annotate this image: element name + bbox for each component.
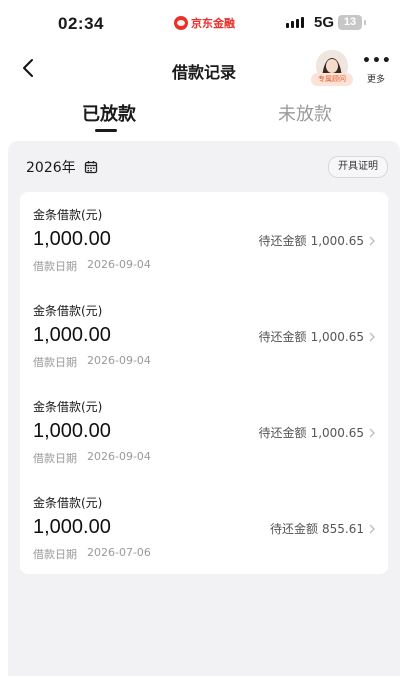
advisor-tag: 专属顾问 xyxy=(311,73,353,86)
loan-date: 2026-09-04 xyxy=(87,450,151,463)
loan-status-tabs: 已放款 未放款 xyxy=(0,92,408,136)
records-panel: 2026年 开具证明 金条借款(元) 1,000.00 借款日期 2026-09… xyxy=(8,141,400,676)
loan-product-name: 金条借款(元) xyxy=(33,400,103,414)
issue-certificate-button[interactable]: 开具证明 xyxy=(328,156,388,178)
more-label: 更多 xyxy=(366,75,385,85)
brand-name: 京东金融 xyxy=(191,17,235,30)
due-label: 待还金额 xyxy=(258,330,307,344)
cellular-signal-icon xyxy=(286,17,304,28)
loan-date-label: 借款日期 xyxy=(33,260,77,273)
due-value: 855.61 xyxy=(322,521,364,536)
loan-product-name: 金条借款(元) xyxy=(33,496,103,510)
calendar-icon xyxy=(84,161,97,174)
chevron-right-icon xyxy=(369,236,375,245)
tab-disbursed[interactable]: 已放款 xyxy=(82,100,136,126)
loan-product-name: 金条借款(元) xyxy=(33,208,103,222)
loan-date-label: 借款日期 xyxy=(33,356,77,369)
status-bar: 02:34 京东金融 5G 13 xyxy=(0,0,408,48)
loan-record-item[interactable]: 金条借款(元) 1,000.00 借款日期 2026-09-04 待还金额 1,… xyxy=(20,288,388,378)
brand-logo: 京东金融 xyxy=(174,15,235,31)
loan-amount: 1,000.00 xyxy=(33,324,111,346)
chevron-right-icon xyxy=(369,428,375,437)
loan-amount: 1,000.00 xyxy=(33,420,111,442)
battery-tip xyxy=(364,20,366,25)
loan-date-label: 借款日期 xyxy=(33,548,77,561)
brand-mascot-icon xyxy=(174,16,188,30)
loan-due-amount: 待还金额 1,000.65 xyxy=(259,424,376,441)
loan-due-amount: 待还金额 1,000.65 xyxy=(259,328,376,345)
due-label: 待还金额 xyxy=(269,522,318,536)
advisor-button[interactable]: 专属顾问 xyxy=(311,50,353,88)
chevron-right-icon xyxy=(369,332,375,341)
loan-date: 2026-09-04 xyxy=(87,258,151,271)
loan-record-item[interactable]: 金条借款(元) 1,000.00 借款日期 2026-09-04 待还金额 1,… xyxy=(20,384,388,474)
tab-not-disbursed[interactable]: 未放款 xyxy=(278,100,332,126)
nav-bar: 借款记录 专属顾问 ••• 更多 xyxy=(0,48,408,92)
loan-amount: 1,000.00 xyxy=(33,516,111,538)
status-time: 02:34 xyxy=(58,14,104,33)
loan-due-amount: 待还金额 855.61 xyxy=(270,520,376,537)
tab-active-indicator xyxy=(95,129,117,132)
more-dots-icon: ••• xyxy=(362,53,392,69)
loan-product-name: 金条借款(元) xyxy=(33,304,103,318)
loan-date: 2026-09-04 xyxy=(87,354,151,367)
loan-date: 2026-07-06 xyxy=(87,546,151,559)
year-label: 2026年 xyxy=(26,160,76,176)
loan-due-amount: 待还金额 1,000.65 xyxy=(259,232,376,249)
due-value: 1,000.65 xyxy=(310,425,364,440)
due-label: 待还金额 xyxy=(258,234,307,248)
loan-record-item[interactable]: 金条借款(元) 1,000.00 借款日期 2026-07-06 待还金额 85… xyxy=(20,480,388,570)
loan-date-label: 借款日期 xyxy=(33,452,77,465)
loan-list: 金条借款(元) 1,000.00 借款日期 2026-09-04 待还金额 1,… xyxy=(20,192,388,574)
loan-record-item[interactable]: 金条借款(元) 1,000.00 借款日期 2026-09-04 待还金额 1,… xyxy=(20,192,388,282)
chevron-right-icon xyxy=(369,524,375,533)
more-button[interactable]: ••• 更多 xyxy=(362,52,392,88)
network-type: 5G xyxy=(314,14,335,31)
loan-amount: 1,000.00 xyxy=(33,228,111,250)
year-filter[interactable]: 2026年 xyxy=(26,157,98,177)
battery-icon: 13 xyxy=(338,15,362,30)
due-label: 待还金额 xyxy=(258,426,307,440)
due-value: 1,000.65 xyxy=(310,233,364,248)
due-value: 1,000.65 xyxy=(310,329,364,344)
